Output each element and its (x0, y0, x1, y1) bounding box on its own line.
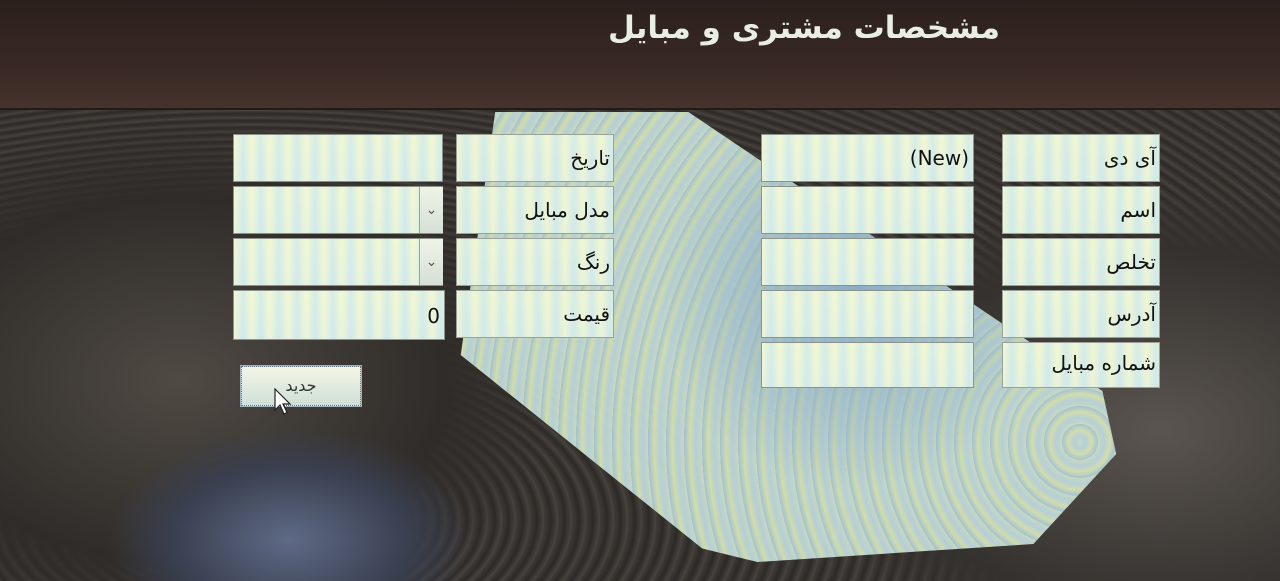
mouse-pointer-icon (274, 388, 292, 415)
model-label: مدل مبایل (456, 186, 614, 234)
address-field[interactable] (761, 290, 974, 338)
page-title: مشخصات مشتری و مبایل (608, 10, 1000, 46)
surname-field[interactable] (761, 238, 974, 286)
model-select[interactable] (233, 186, 443, 234)
phone-label: شماره مبایل (1002, 342, 1160, 388)
id-field[interactable]: (New) (761, 134, 974, 182)
phone-field[interactable] (761, 342, 974, 388)
color-label: رنگ (456, 238, 614, 286)
header-bar: مشخصات مشتری و مبایل (0, 0, 1280, 110)
new-button[interactable]: جدید (240, 365, 362, 407)
name-field[interactable] (761, 186, 974, 234)
id-label: آی دی (1002, 134, 1160, 182)
color-select[interactable] (233, 238, 443, 286)
surname-label: تخلص (1002, 238, 1160, 286)
name-label: اسم (1002, 186, 1160, 234)
price-field[interactable]: 0 (233, 290, 445, 340)
address-label: آدرس (1002, 290, 1160, 338)
chevron-down-icon[interactable]: ⌄ (419, 239, 443, 285)
date-label: تاریخ (456, 134, 614, 182)
price-label: قیمت (456, 290, 614, 338)
date-field[interactable] (233, 134, 443, 182)
chevron-down-icon[interactable]: ⌄ (419, 187, 443, 233)
